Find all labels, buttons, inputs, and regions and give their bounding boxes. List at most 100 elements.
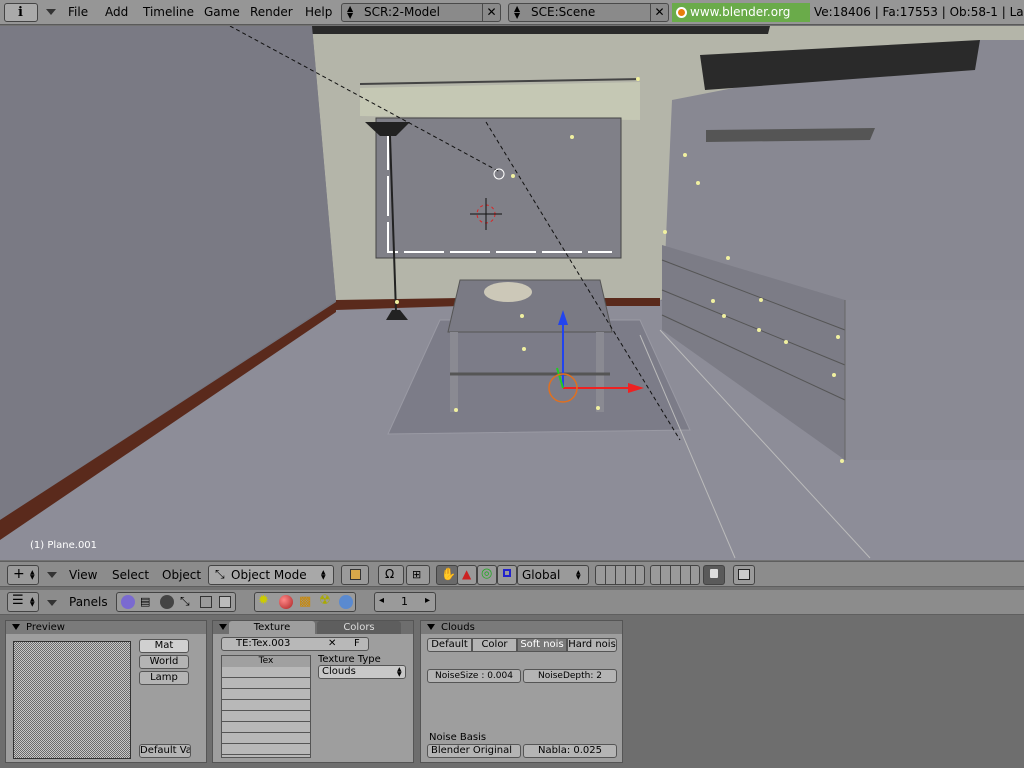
- noise-basis-value: Blender Original: [431, 745, 513, 756]
- panels-icon: ☰: [12, 593, 24, 608]
- collapse-menu-icon[interactable]: [46, 9, 56, 15]
- 3d-view-header: + ▲ ▼ View Select Object ⤡ Object Mode ▲ ▼…: [0, 561, 1024, 587]
- lamp-icon[interactable]: ✹: [258, 593, 269, 608]
- scene-icon[interactable]: [219, 596, 231, 608]
- hand-icon: ✋: [441, 567, 456, 581]
- close-icon[interactable]: ✕: [482, 4, 500, 21]
- mat-button[interactable]: Mat: [139, 639, 189, 653]
- menu-view[interactable]: View: [69, 568, 97, 582]
- menu-select[interactable]: Select: [112, 568, 149, 582]
- menu-help[interactable]: Help: [305, 5, 332, 19]
- default-vars-button[interactable]: Default Var: [139, 744, 191, 758]
- script-icon[interactable]: ▤: [140, 595, 150, 608]
- orientation-label: Global: [522, 568, 561, 582]
- orientation-selector[interactable]: Global ▲ ▼: [517, 565, 589, 585]
- pivot-button[interactable]: Ω: [378, 565, 404, 585]
- menu-add[interactable]: Add: [105, 5, 128, 19]
- buttons-window-header: ☰ ▲ ▼ Panels ▤ ⤡ ✹ ▩ ☢ ◂ 1 ▸: [0, 590, 1024, 615]
- world-button[interactable]: World: [139, 655, 189, 669]
- preview-panel: Preview Mat World Lamp Default Var: [5, 620, 207, 763]
- noise-basis-label: Noise Basis: [429, 732, 487, 743]
- layer-buttons-group-1[interactable]: [595, 565, 645, 585]
- panels-label[interactable]: Panels: [69, 595, 108, 609]
- translate-button[interactable]: ▲: [457, 565, 477, 585]
- mode-selector[interactable]: ⤡ Object Mode ▲ ▼: [208, 565, 334, 585]
- hard-noise-button[interactable]: Hard nois: [567, 638, 617, 652]
- clouds-panel-header[interactable]: Clouds: [421, 621, 622, 634]
- info-icon: i: [18, 5, 23, 20]
- 3d-viewport[interactable]: (1) Plane.001: [0, 26, 1024, 560]
- active-object-label: (1) Plane.001: [30, 540, 98, 551]
- crosshair-icon: +: [13, 566, 25, 582]
- lock-button[interactable]: [703, 565, 725, 585]
- layer-buttons-group-2[interactable]: [650, 565, 700, 585]
- scene-name: SCE:Scene: [531, 5, 596, 19]
- image-icon: [738, 569, 750, 580]
- object-icon[interactable]: ⤡: [180, 594, 190, 609]
- texture-channel-list[interactable]: Tex: [221, 655, 311, 758]
- texture-name-field[interactable]: TE:Tex.003 ✕ F: [221, 637, 369, 651]
- scene-selector[interactable]: ▲ ▼ SCE:Scene ✕: [508, 3, 669, 22]
- radiosity-icon[interactable]: ☢: [319, 593, 331, 608]
- view-type-button[interactable]: + ▲ ▼: [7, 565, 39, 585]
- noise-basis-selector[interactable]: Blender Original: [427, 744, 521, 758]
- screen-selector[interactable]: ▲ ▼ SCR:2-Model ✕: [341, 3, 501, 22]
- collapse-menu-icon[interactable]: [47, 600, 57, 606]
- scene-stats: Ve:18406 | Fa:17553 | Ob:58-1 | La: [814, 5, 1024, 19]
- noise-depth-field[interactable]: NoiseDepth: 2: [523, 669, 617, 683]
- right-arrow-icon[interactable]: ▸: [425, 595, 430, 606]
- menu-timeline[interactable]: Timeline: [143, 5, 194, 19]
- tab-texture[interactable]: Texture: [229, 621, 315, 634]
- nabla-field[interactable]: Nabla: 0.025: [523, 744, 617, 758]
- frame-number: 1: [401, 595, 408, 608]
- texture-preview-image: [13, 641, 131, 759]
- collapse-triangle-icon[interactable]: [12, 624, 20, 630]
- render-preview-button[interactable]: [733, 565, 755, 585]
- screen-name: SCR:2-Model: [364, 5, 441, 19]
- draw-type-button[interactable]: [341, 565, 369, 585]
- texture-type-value: Clouds: [322, 666, 356, 677]
- editing-icon[interactable]: [200, 596, 212, 608]
- noise-color-button[interactable]: Color: [472, 638, 517, 652]
- layer-lock-button[interactable]: ⊞: [406, 565, 430, 585]
- texture-panel-header: Texture Colors: [213, 621, 413, 634]
- context-buttons[interactable]: ▤ ⤡: [116, 592, 236, 612]
- logic-icon[interactable]: [121, 595, 135, 609]
- scale-button[interactable]: [497, 565, 517, 585]
- menu-file[interactable]: File: [68, 5, 88, 19]
- tab-colors[interactable]: Colors: [317, 621, 401, 634]
- soft-noise-button[interactable]: Soft nois: [517, 638, 567, 652]
- info-window-type-button[interactable]: i: [4, 3, 38, 22]
- shading-icon[interactable]: [160, 595, 174, 609]
- blender-logo-icon: [676, 7, 687, 18]
- noise-size-field[interactable]: NoiseSize : 0.004: [427, 669, 521, 683]
- triangle-icon: ▲: [462, 567, 472, 581]
- world-icon[interactable]: [339, 595, 353, 609]
- material-icon[interactable]: [279, 595, 293, 609]
- collapse-menu-icon[interactable]: [47, 572, 57, 578]
- frame-number-field[interactable]: ◂ 1 ▸: [374, 592, 436, 612]
- updown-icon: ▲ ▼: [30, 596, 35, 608]
- left-arrow-icon[interactable]: ◂: [379, 595, 384, 606]
- rotate-button[interactable]: ◎: [477, 565, 497, 585]
- menu-render[interactable]: Render: [250, 5, 293, 19]
- collapse-triangle-icon[interactable]: [219, 624, 227, 630]
- fake-user-button[interactable]: F: [354, 638, 360, 650]
- blender-url-badge[interactable]: www.blender.org 239: [672, 3, 810, 38]
- close-icon[interactable]: ✕: [650, 4, 668, 21]
- preview-panel-header[interactable]: Preview: [6, 621, 206, 634]
- shading-subcontext-buttons[interactable]: ✹ ▩ ☢: [254, 592, 356, 612]
- texture-type-selector[interactable]: Clouds ▲ ▼: [318, 665, 406, 679]
- buttons-window-type-button[interactable]: ☰ ▲ ▼: [7, 592, 39, 612]
- updown-icon: ▲ ▼: [576, 569, 581, 581]
- noise-default-button[interactable]: Default: [427, 638, 472, 652]
- lamp-button[interactable]: Lamp: [139, 671, 189, 685]
- texture-icon[interactable]: ▩: [299, 594, 311, 609]
- preview-title: Preview: [26, 622, 65, 633]
- up-down-arrows-icon: ▲ ▼: [347, 4, 354, 20]
- menu-game[interactable]: Game: [204, 5, 240, 19]
- manipulator-hand-button[interactable]: ✋: [436, 565, 458, 585]
- menu-object[interactable]: Object: [162, 568, 201, 582]
- close-icon[interactable]: ✕: [328, 638, 336, 650]
- collapse-triangle-icon[interactable]: [427, 624, 435, 630]
